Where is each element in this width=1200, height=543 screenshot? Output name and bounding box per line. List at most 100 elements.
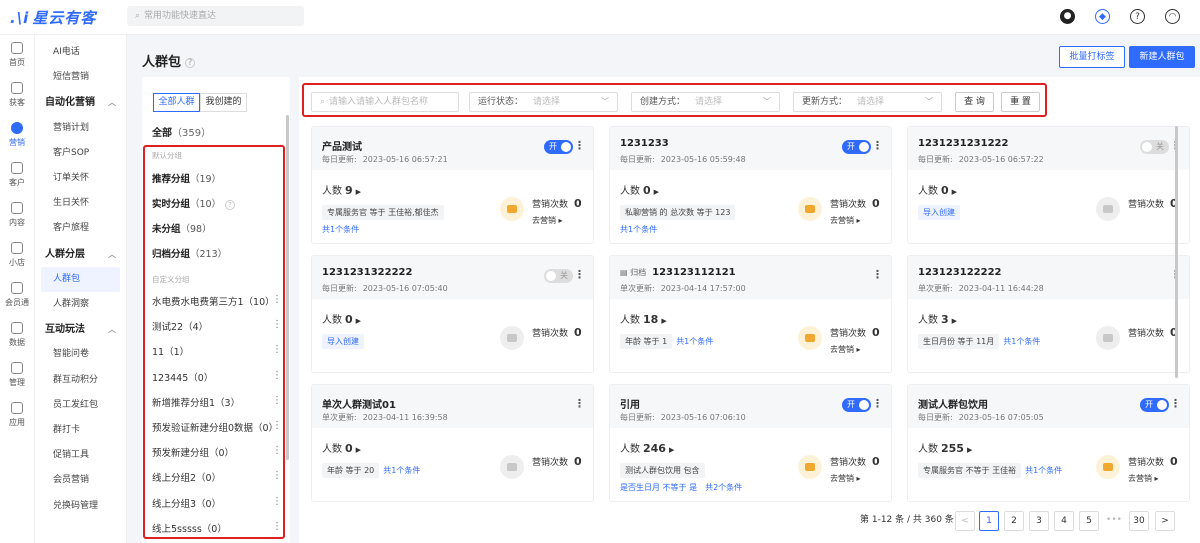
submenu-item[interactable]: 营销计划 (35, 116, 126, 141)
page-button[interactable]: 3 (1029, 511, 1049, 531)
help-icon[interactable]: ? (185, 57, 196, 68)
card-title: 1231231231222 (918, 138, 1008, 149)
group-scrollbar[interactable] (286, 115, 289, 460)
page-button[interactable]: 2 (1004, 511, 1024, 531)
submenu-section-header[interactable]: 自动化营销 ︿ (35, 90, 126, 115)
page-button[interactable]: 5 (1079, 511, 1099, 531)
nav-item[interactable]: 会员通 (0, 275, 34, 315)
submenu-item[interactable]: 智能问卷 (35, 342, 126, 367)
go-marketing-link[interactable]: 去营销 ▸ (830, 473, 861, 484)
prev-page-button[interactable]: < (955, 511, 975, 531)
status-toggle[interactable]: 开 (842, 398, 871, 412)
group-card[interactable]: 引用 每日更新: 2023-05-16 07:06:10 开 ⋮ 人数 246 ▶ 测试人群包饮… (609, 384, 892, 502)
group-card[interactable]: 1231233 每日更新: 2023-05-16 05:59:48 开 ⋮ 人数 0 ▶ 私聊营… (609, 126, 892, 244)
condition-link[interactable]: 共1个条件 (620, 224, 780, 235)
new-group-button[interactable]: 新建人群包 (1129, 46, 1195, 68)
shield-icon[interactable]: ◆ (1095, 9, 1110, 24)
status-toggle[interactable]: 开 (544, 140, 573, 154)
submenu-section-header[interactable]: 互动玩法 ︿ (35, 317, 126, 342)
submenu-item[interactable]: 群打卡 (35, 418, 126, 443)
nav-item[interactable]: 首页 (0, 35, 34, 75)
page-button[interactable]: 4 (1054, 511, 1074, 531)
group-card[interactable]: ▤ 归档 123123112121 单次更新: 2023-04-14 17:57:00… (609, 255, 892, 373)
more-icon[interactable]: ⋮ (574, 397, 585, 410)
people-count[interactable]: 人数 0 ▶ (918, 182, 957, 197)
condition-link[interactable]: 共1个条件 (322, 224, 482, 235)
group-card[interactable]: 产品测试 每日更新: 2023-05-16 06:57:21 开 ⋮ 人数 9 ▶ 专属服务官 … (311, 126, 594, 244)
tab-my-groups[interactable]: 我创建的 (200, 93, 247, 112)
more-icon[interactable]: ⋮ (574, 268, 585, 281)
group-card[interactable]: 123123122222单次更新:2023-04-11 16:44:28⋮人数3… (907, 255, 1190, 373)
help-icon[interactable]: ? (1130, 9, 1145, 24)
next-page-button[interactable]: > (1155, 511, 1175, 531)
people-count[interactable]: 人数 3 ▶ (918, 311, 957, 326)
submenu-section-header[interactable]: 人群分层 ︿ (35, 242, 126, 267)
submenu-item[interactable]: 员工发红包 (35, 393, 126, 418)
submenu-item[interactable]: 会员营销 (35, 468, 126, 493)
group-card[interactable]: 测试人群包饮用 每日更新: 2023-05-16 07:05:05 开 ⋮ 人数 255 ▶ 专… (907, 384, 1190, 502)
go-marketing-link[interactable]: 去营销 ▸ (532, 215, 563, 226)
status-toggle[interactable]: 关 (544, 269, 573, 283)
people-count[interactable]: 人数 0 ▶ (322, 311, 361, 326)
nav-item[interactable]: 客户 (0, 155, 34, 195)
nav-item[interactable]: 小店 (0, 235, 34, 275)
people-count[interactable]: 人数 0 ▶ (322, 440, 361, 455)
go-marketing-link[interactable]: 去营销 ▸ (1128, 473, 1159, 484)
condition-link[interactable]: 共1个条件 (1003, 337, 1040, 346)
people-count[interactable]: 人数 0 ▶ (620, 182, 659, 197)
top-bar: .\i 星云有客 ⌕ 常用功能快速直达 ● ◆? ◠ (0, 0, 1200, 35)
submenu-item[interactable]: 客户旅程 (35, 216, 126, 241)
submenu-item[interactable]: 人群包 (41, 266, 120, 292)
page-button[interactable]: 30 (1129, 511, 1149, 531)
brand-logo[interactable]: .\i 星云有客 (10, 7, 96, 28)
group-all[interactable]: 全部（359） (152, 124, 211, 139)
global-search-input[interactable]: ⌕ 常用功能快速直达 (127, 6, 304, 26)
more-icon[interactable]: ⋮ (872, 268, 883, 281)
submenu-item[interactable]: 短信营销 (35, 65, 126, 90)
tab-all-groups[interactable]: 全部人群 (153, 93, 200, 112)
card-header: 产品测试 每日更新: 2023-05-16 06:57:21 开 ⋮ (312, 127, 593, 170)
group-card[interactable]: 单次人群测试01 单次更新: 2023-04-11 16:39:58 ⋮ 人数 0 ▶ 年龄 … (311, 384, 594, 502)
nav-item[interactable]: 内容 (0, 195, 34, 235)
submenu-item[interactable]: AI电话 (35, 40, 126, 65)
people-count[interactable]: 人数 246 ▶ (620, 440, 674, 455)
submenu-item[interactable]: 客户SOP (35, 141, 126, 166)
status-toggle[interactable]: 关 (1140, 140, 1169, 154)
status-toggle[interactable]: 开 (842, 140, 871, 154)
batch-tag-button[interactable]: 批量打标签 (1059, 46, 1125, 68)
condition-link[interactable]: 是否生日月 不等于 是 共2个条件 (620, 482, 780, 493)
submenu-item[interactable]: 人群洞察 (35, 292, 126, 317)
nav-item[interactable]: 管理 (0, 355, 34, 395)
condition-link[interactable]: 共1个条件 (1025, 466, 1062, 475)
group-card[interactable]: 1231231231222每日更新:2023-05-16 06:57:22关⋮人… (907, 126, 1190, 244)
content-scrollbar[interactable] (1175, 126, 1178, 378)
submenu-item[interactable]: 兑换码管理 (35, 494, 126, 519)
card-update-time: 每日更新: 2023-05-16 07:06:10 (620, 412, 746, 423)
submenu-item[interactable]: 订单关怀 (35, 166, 126, 191)
people-count[interactable]: 人数 9 ▶ (322, 182, 361, 197)
go-marketing-link[interactable]: 去营销 ▸ (830, 344, 861, 355)
page-button[interactable]: 1 (979, 511, 999, 531)
people-count[interactable]: 人数 18 ▶ (620, 311, 667, 326)
more-icon[interactable]: ⋮ (872, 397, 883, 410)
condition-link[interactable]: 共1个条件 (676, 337, 713, 346)
more-icon[interactable]: ⋮ (1170, 397, 1181, 410)
page-button[interactable]: ••• (1104, 511, 1124, 531)
marketing-icon (500, 197, 524, 221)
nav-item[interactable]: 应用 (0, 395, 34, 435)
nav-item[interactable]: 获客 (0, 75, 34, 115)
submenu-item[interactable]: 群互动积分 (35, 368, 126, 393)
condition-link[interactable]: 共1个条件 (383, 466, 420, 475)
submenu-item[interactable]: 生日关怀 (35, 191, 126, 216)
more-icon[interactable]: ⋮ (872, 139, 883, 152)
avatar[interactable]: ● (1060, 9, 1075, 24)
submenu-item[interactable]: 促销工具 (35, 443, 126, 468)
headset-icon[interactable]: ◠ (1165, 9, 1180, 24)
more-icon[interactable]: ⋮ (574, 139, 585, 152)
people-count[interactable]: 人数 255 ▶ (918, 440, 972, 455)
nav-item[interactable]: 数据 (0, 315, 34, 355)
group-card[interactable]: 1231231322222 每日更新: 2023-05-16 07:05:40 关 ⋮ 人… (311, 255, 594, 373)
nav-item[interactable]: 营销 (0, 115, 34, 155)
status-toggle[interactable]: 开 (1140, 398, 1169, 412)
go-marketing-link[interactable]: 去营销 ▸ (830, 215, 861, 226)
